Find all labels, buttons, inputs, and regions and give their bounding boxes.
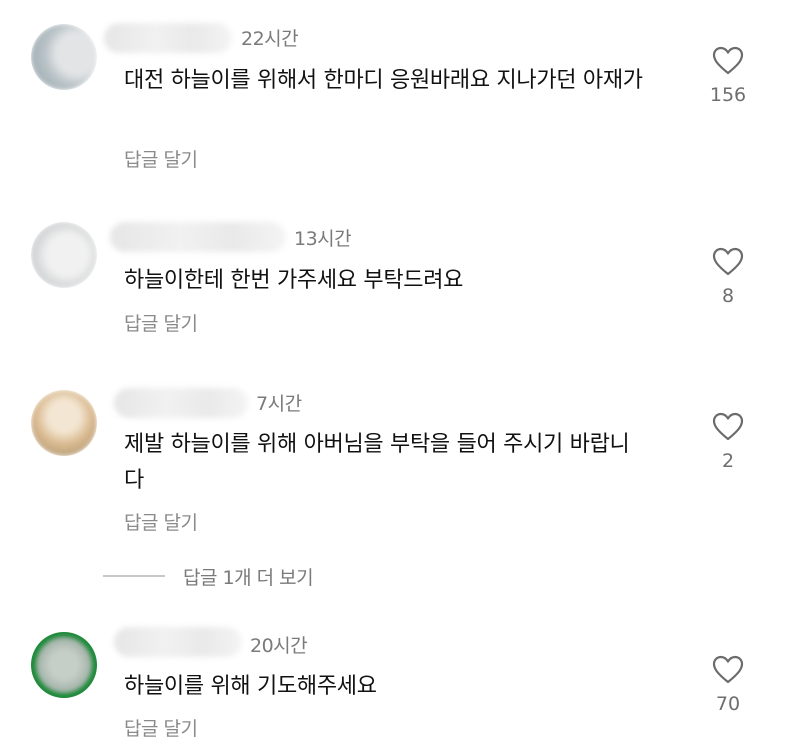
- reply-button[interactable]: 답글 달기: [124, 309, 198, 336]
- like-count: 8: [721, 285, 735, 307]
- comment-time: 22시간: [241, 28, 299, 50]
- comment-text: 하늘이를 위해 기도해주세요: [124, 674, 377, 699]
- comment-text: 대전 하늘이를 위해서 한마디 응원바래요 지나가던 아재가: [124, 68, 643, 93]
- avatar[interactable]: [31, 632, 97, 698]
- replies-divider-line: [103, 575, 165, 577]
- heart-outline-icon: [712, 46, 744, 75]
- username-redacted[interactable]: [114, 627, 242, 657]
- reply-button[interactable]: 답글 달기: [124, 508, 198, 535]
- reply-button[interactable]: 답글 달기: [124, 145, 198, 172]
- username-redacted[interactable]: [104, 23, 232, 53]
- avatar[interactable]: [31, 24, 97, 90]
- avatar[interactable]: [31, 222, 97, 288]
- heart-outline-icon: [712, 412, 744, 441]
- username-redacted[interactable]: [110, 222, 286, 252]
- comment-text: 하늘이한테 한번 가주세요 부탁드려요: [124, 268, 464, 293]
- heart-outline-icon: [712, 655, 744, 684]
- heart-outline-icon: [712, 247, 744, 276]
- view-more-replies-label: 답글 1개 더 보기: [183, 567, 314, 589]
- like-button[interactable]: 156: [700, 46, 756, 106]
- username-redacted[interactable]: [114, 388, 248, 418]
- like-count: 2: [721, 450, 735, 472]
- avatar[interactable]: [31, 390, 97, 456]
- comment-text: 제발 하늘이를 위해 아버님을 부탁을 들어 주시기 바랍니다: [124, 432, 630, 493]
- like-button[interactable]: 8: [700, 247, 756, 307]
- like-button[interactable]: 70: [700, 655, 756, 715]
- like-count: 70: [715, 693, 741, 715]
- comment-time: 20시간: [250, 635, 308, 657]
- comment-time: 7시간: [256, 393, 302, 415]
- comment-time: 13시간: [294, 228, 352, 250]
- reply-button[interactable]: 답글 달기: [124, 714, 198, 741]
- like-count: 156: [709, 84, 747, 106]
- like-button[interactable]: 2: [700, 412, 756, 472]
